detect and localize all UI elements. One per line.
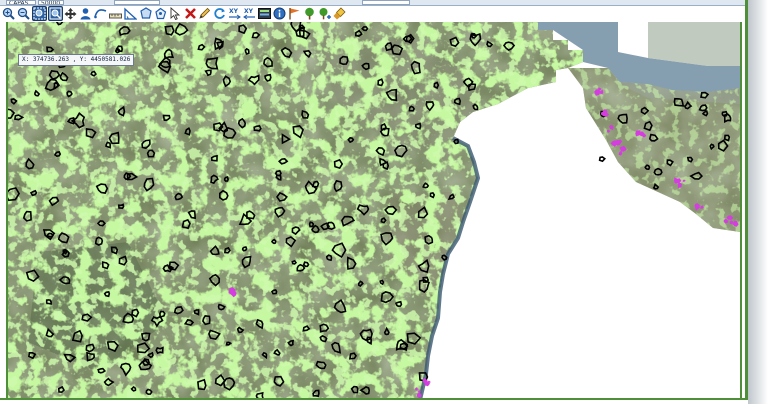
zoom-extent-button[interactable]	[47, 6, 63, 21]
layers-panel-icon	[258, 8, 272, 19]
info-icon	[273, 7, 286, 20]
delete-button[interactable]	[183, 6, 197, 21]
measure-line-button[interactable]	[94, 6, 108, 21]
measure-angle-icon	[124, 7, 137, 20]
tree-button[interactable]	[302, 6, 316, 21]
pan-icon	[64, 8, 77, 20]
zoom-extent-icon	[49, 7, 62, 20]
tree-icon	[304, 7, 314, 20]
map-border-right	[740, 22, 742, 398]
select-polygon-icon	[155, 7, 166, 20]
svg-text:XY: XY	[244, 8, 254, 15]
identify-user-button[interactable]	[79, 6, 93, 21]
clear-brush-button[interactable]	[332, 6, 346, 21]
svg-text:XY: XY	[229, 8, 239, 15]
edit-pencil-button[interactable]	[198, 6, 212, 21]
tree-add-button[interactable]	[317, 6, 331, 21]
xy-coordinates-button[interactable]: XY	[228, 6, 242, 21]
draw-polygon-icon	[140, 7, 152, 19]
xy-goto-button[interactable]: XY	[243, 6, 257, 21]
tree-add-icon	[319, 8, 331, 20]
map-application-window: CAPAS 50000 XY XY X: 374736.263 , Y: 445…	[0, 0, 748, 400]
edit-pencil-icon	[199, 7, 211, 19]
ruler-icon	[108, 13, 122, 19]
ruler-button[interactable]	[108, 6, 123, 21]
map-border-left	[6, 22, 8, 398]
draw-polygon-button[interactable]	[138, 6, 152, 21]
clear-brush-icon	[333, 7, 346, 20]
identify-user-icon	[80, 8, 91, 20]
zoom-in-button[interactable]	[2, 6, 16, 21]
measure-angle-button[interactable]	[123, 6, 137, 21]
info-button[interactable]	[273, 6, 287, 21]
zoom-window-button[interactable]	[31, 6, 47, 21]
pan-button[interactable]	[64, 6, 78, 21]
measure-line-icon	[94, 9, 107, 19]
zoom-window-icon	[33, 7, 46, 20]
pointer-select-icon	[170, 7, 180, 20]
zoom-in-icon	[3, 7, 16, 20]
refresh-icon	[214, 8, 226, 19]
coordinates-readout: X: 374736.263 , Y: 4450581.026	[18, 54, 135, 66]
flag-icon	[289, 8, 300, 20]
search-field[interactable]	[362, 0, 410, 5]
map-toolbar: XY XY	[2, 5, 346, 22]
pointer-select-button[interactable]	[168, 6, 182, 21]
window-shadow	[748, 0, 768, 404]
xy-coordinates-icon: XY	[229, 8, 242, 20]
flag-button[interactable]	[287, 6, 301, 21]
select-polygon-button[interactable]	[153, 6, 167, 21]
xy-goto-icon: XY	[243, 8, 256, 20]
layers-panel-button[interactable]	[258, 6, 272, 21]
map-canvas[interactable]: X: 374736.263 , Y: 4450581.026	[8, 22, 740, 400]
delete-icon	[184, 8, 196, 19]
zoom-out-button[interactable]	[17, 6, 31, 21]
zoom-out-icon	[18, 7, 31, 20]
orthophoto-map[interactable]	[8, 22, 740, 400]
refresh-button[interactable]	[213, 6, 227, 21]
